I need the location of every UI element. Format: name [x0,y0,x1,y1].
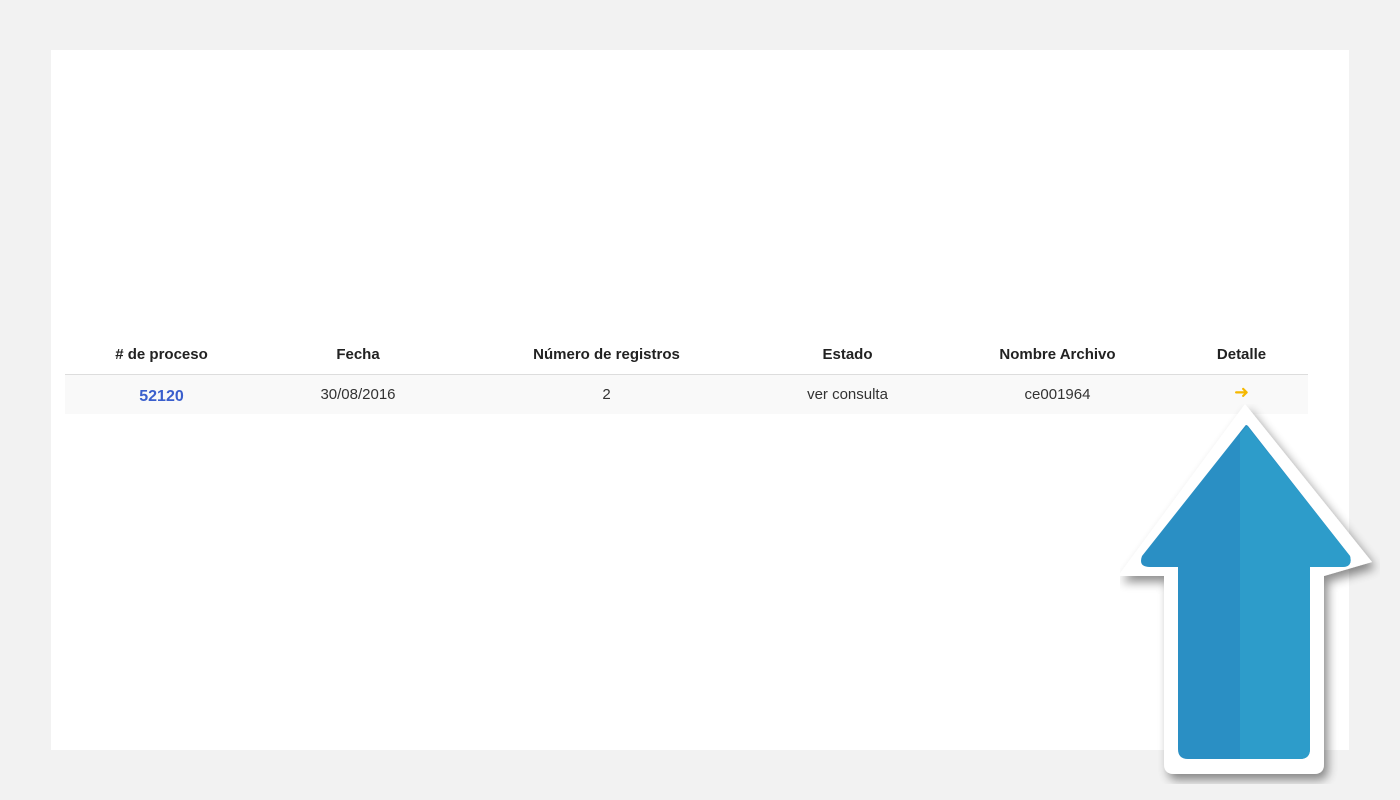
results-table: # de proceso Fecha Número de registros E… [65,334,1308,414]
header-records[interactable]: Número de registros [458,334,755,375]
up-arrow-icon [1120,404,1372,774]
header-process[interactable]: # de proceso [65,334,258,375]
cell-records: 2 [458,374,755,414]
cell-status: ver consulta [755,374,940,414]
header-status[interactable]: Estado [755,334,940,375]
arrow-right-icon[interactable]: ➜ [1234,382,1249,402]
process-link[interactable]: 52120 [139,388,184,405]
table-header: # de proceso Fecha Número de registros E… [65,334,1308,375]
header-detail[interactable]: Detalle [1175,334,1308,375]
header-file[interactable]: Nombre Archivo [940,334,1175,375]
header-date[interactable]: Fecha [258,334,458,375]
cell-date: 30/08/2016 [258,374,458,414]
header-row: # de proceso Fecha Número de registros E… [65,334,1308,375]
cell-process: 52120 [65,374,258,414]
